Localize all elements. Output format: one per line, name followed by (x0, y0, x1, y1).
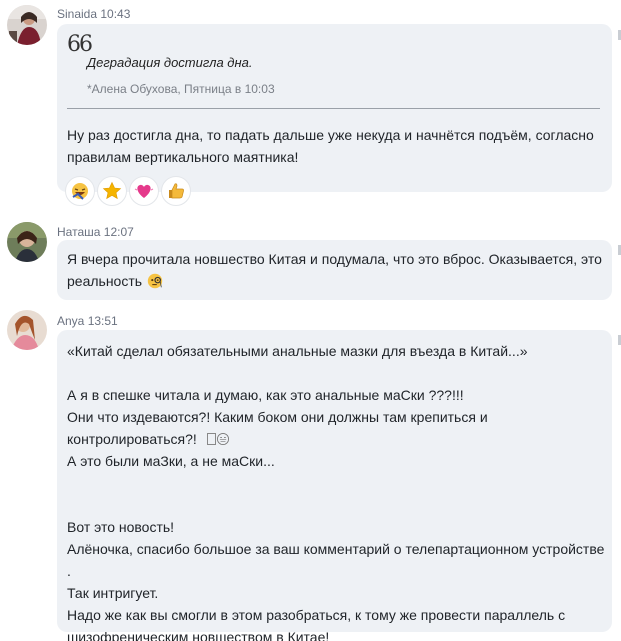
message-sinaida: Sinaida 10:43 66 Деградация достигла дна… (0, 0, 621, 206)
text-line: реальность (67, 270, 602, 292)
author-name[interactable]: Anya (57, 314, 84, 328)
author-name[interactable]: Наташа (57, 225, 100, 239)
text-line: Так интригует. (67, 585, 159, 601)
message-meta: Anya 13:51 (57, 314, 118, 328)
message-time: 10:43 (100, 7, 131, 21)
thumbs-up-icon[interactable] (161, 176, 191, 206)
message-meta: Наташа 12:07 (57, 225, 134, 239)
quote-text: Деградация достигла дна. (87, 55, 253, 70)
message-meta: Sinaida 10:43 (57, 7, 130, 21)
text-line: шизофреническим новшеством в Китае! (67, 629, 330, 641)
quote-source[interactable]: *Алена Обухова, Пятница в 10:03 (87, 82, 275, 96)
message-text: Я вчера прочитала новшество Китая и поду… (67, 248, 602, 292)
empty-line (67, 472, 612, 494)
avatar[interactable] (7, 222, 47, 262)
text-line: Надо же как вы смогли в этом разобраться… (67, 607, 566, 623)
message-time: 13:51 (87, 314, 118, 328)
text-line-content: реальность (67, 273, 143, 289)
empty-line (67, 494, 612, 516)
author-name[interactable]: Sinaida (57, 7, 97, 21)
message-time: 12:07 (103, 225, 134, 239)
message-bubble: Я вчера прочитала новшество Китая и поду… (57, 240, 612, 300)
text-line: Вот это новость! (67, 519, 175, 535)
text-line: Они что издеваются?! Каким боком они дол… (67, 409, 488, 425)
message-bubble: 66 Деградация достигла дна. *Алена Обухо… (57, 24, 612, 206)
message-natasha: Наташа 12:07 Я вчера прочитала новшество… (0, 215, 621, 310)
text-line: правилам вертикального маятника! (67, 149, 299, 165)
missing-glyph-icon (206, 433, 216, 445)
text-line: Ну раз достигла дна, то падать дальше уж… (67, 127, 594, 143)
text-line-content: контролироваться?! (67, 431, 197, 447)
text-line: А это были маЗки, а не маСки... (67, 453, 275, 469)
message-text: Ну раз достигла дна, то падать дальше уж… (67, 124, 594, 168)
star-icon[interactable] (97, 176, 127, 206)
quote-mark-icon: 66 (67, 32, 93, 57)
message-text: «Китай сделал обязательными анальные маз… (67, 340, 612, 641)
text-line: Я вчера прочитала новшество Китая и поду… (67, 251, 602, 267)
avatar[interactable] (7, 310, 47, 350)
avatar[interactable] (7, 5, 47, 45)
text-line: Алёночка, спасибо большое за ваш коммент… (67, 541, 605, 579)
empty-line (67, 362, 612, 384)
monocle-face-icon (147, 273, 163, 289)
message-anya: Anya 13:51 «Китай сделал обязательными а… (0, 305, 621, 641)
laughing-icon[interactable] (65, 176, 95, 206)
grinning-face-icon (216, 432, 229, 446)
text-line: контролироваться?! (67, 428, 612, 450)
heart-icon[interactable] (129, 176, 159, 206)
text-line: А я в спешке читала и думаю, как это ана… (67, 387, 464, 403)
text-line: «Китай сделал обязательными анальные маз… (67, 343, 528, 359)
message-bubble: «Китай сделал обязательными анальные маз… (57, 330, 612, 641)
quote-divider (67, 108, 600, 109)
